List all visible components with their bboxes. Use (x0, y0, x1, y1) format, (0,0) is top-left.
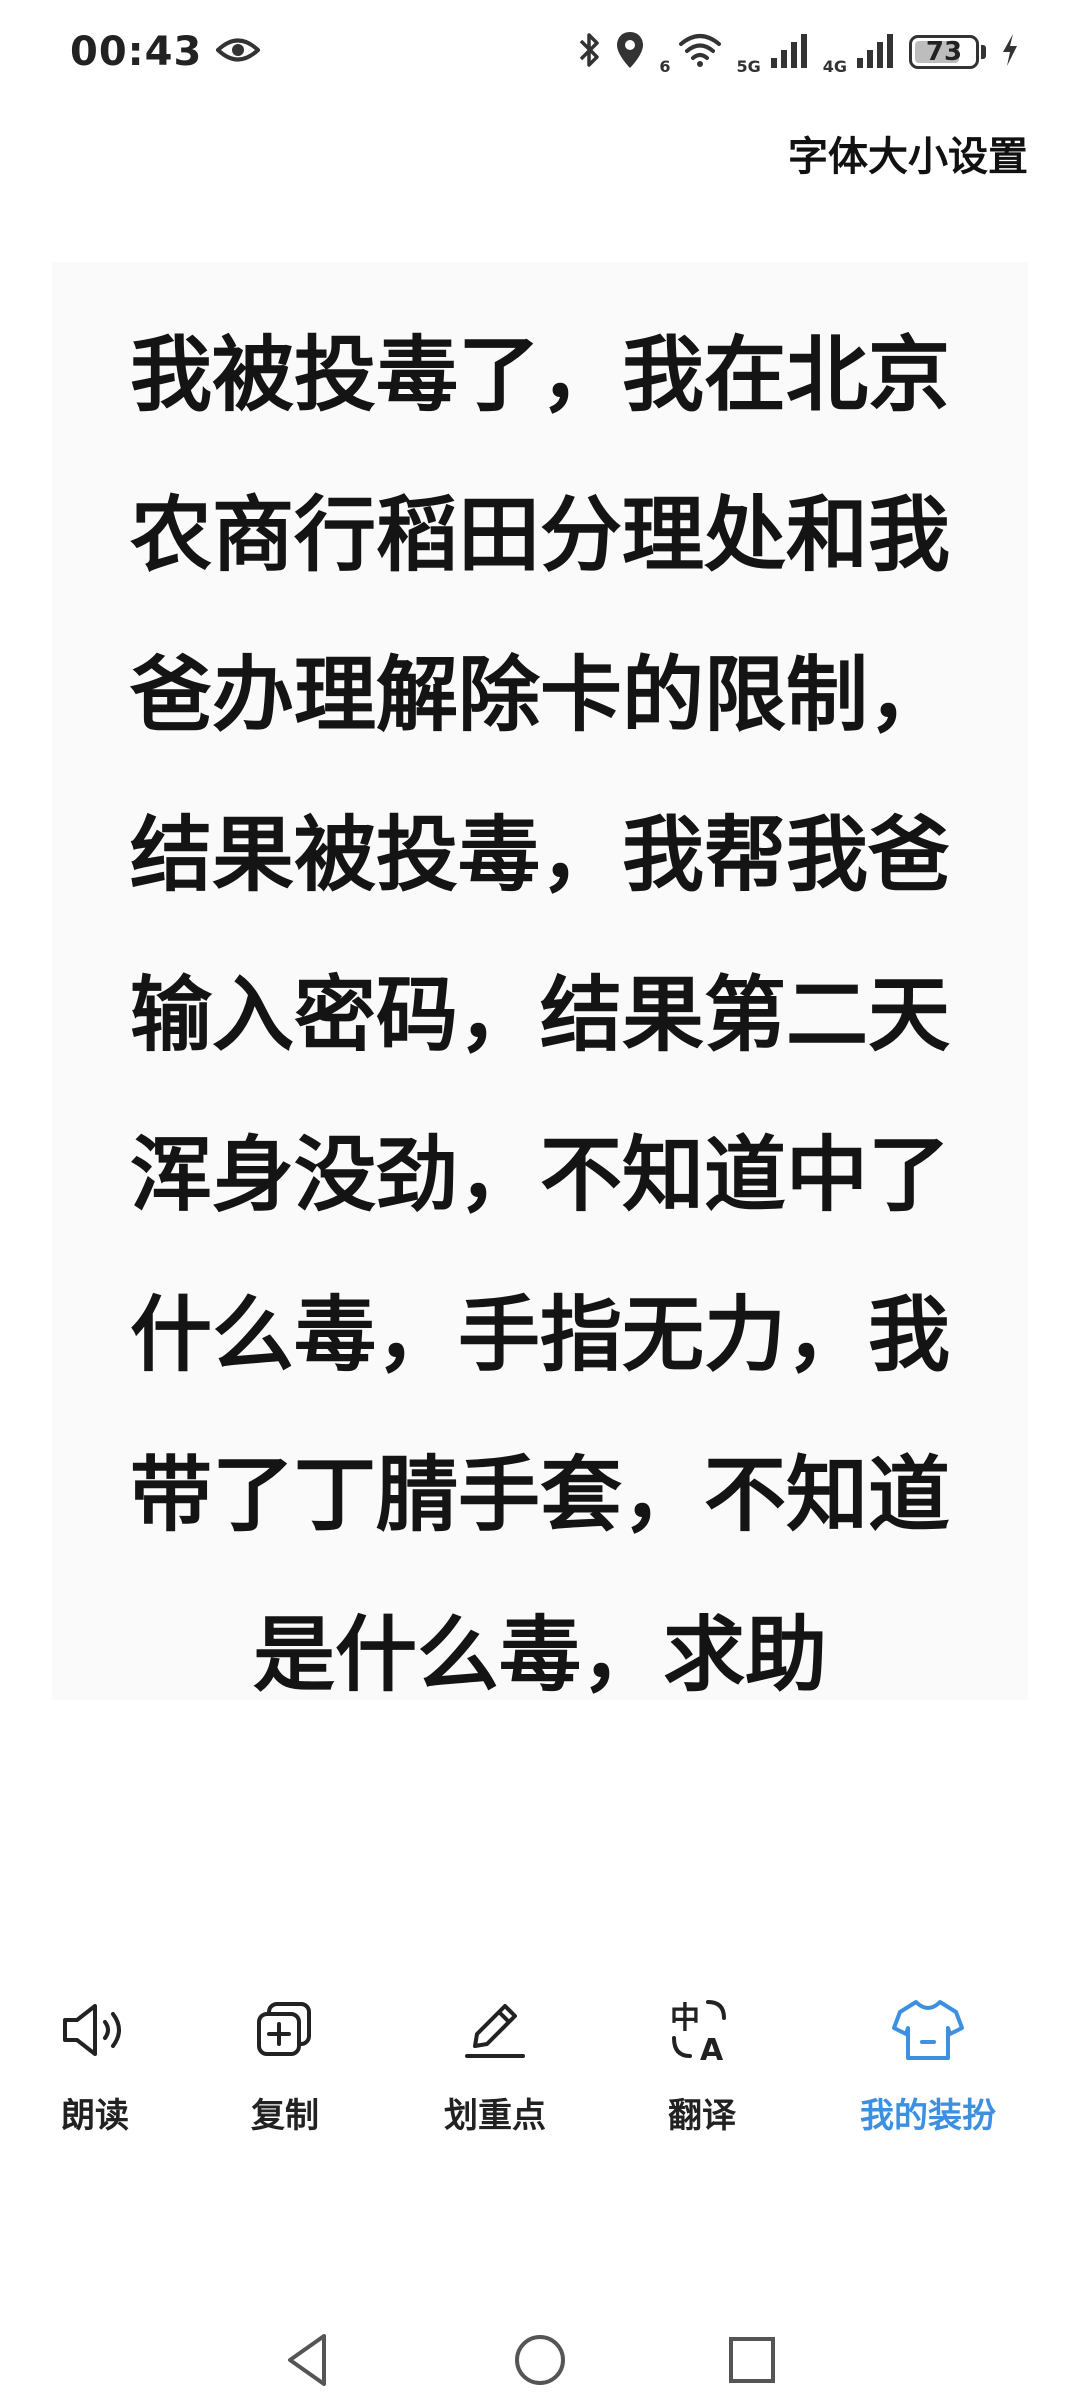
status-time: 00:43 (70, 29, 203, 75)
status-left: 00:43 (70, 29, 262, 75)
my-outfit-label: 我的装扮 (860, 2096, 996, 2136)
my-outfit-button[interactable]: 我的装扮 (828, 1990, 1028, 2170)
recents-button[interactable] (712, 2320, 792, 2400)
status-bar: 00:43 6 5G 4G 73 (0, 0, 1080, 104)
network-4g-label: 4G (822, 56, 847, 76)
signal-icon (769, 32, 809, 72)
location-icon (615, 30, 645, 74)
home-button[interactable] (500, 2320, 580, 2400)
highlight-label: 划重点 (444, 2096, 546, 2136)
bottom-toolbar: 朗读 复制 划重点 中 A 翻译 我的装扮 (0, 1990, 1080, 2170)
recents-icon (712, 2337, 792, 2400)
translate-label: 翻译 (668, 2096, 736, 2136)
translate-button[interactable]: 中 A 翻译 (602, 1990, 802, 2170)
read-aloud-label: 朗读 (61, 2096, 129, 2136)
pencil-icon (455, 1990, 535, 2074)
copy-icon (245, 1990, 325, 2074)
font-size-setting-button[interactable]: 字体大小设置 (788, 124, 1028, 182)
battery-level: 73 (925, 37, 963, 67)
battery-tip (981, 45, 986, 59)
svg-text:A: A (700, 2033, 724, 2068)
translate-icon: 中 A (662, 1990, 742, 2074)
signal-icon (855, 32, 895, 72)
charging-icon (1000, 32, 1020, 72)
back-button[interactable] (270, 2320, 350, 2400)
shirt-icon (888, 1990, 968, 2074)
main-text[interactable]: 我被投毒了，我在北京农商行稻田分理处和我爸办理解除卡的限制，结果被投毒，我帮我爸… (96, 296, 984, 1736)
highlight-button[interactable]: 划重点 (395, 1990, 595, 2170)
speaker-icon (55, 1990, 135, 2074)
text-card: 我被投毒了，我在北京农商行稻田分理处和我爸办理解除卡的限制，结果被投毒，我帮我爸… (52, 262, 1028, 1703)
wifi-icon (678, 32, 722, 72)
battery-icon: 73 (909, 35, 979, 69)
home-icon (500, 2335, 580, 2400)
navigation-bar (0, 2300, 1080, 2400)
eye-icon (215, 35, 262, 69)
network-6-label: 6 (659, 56, 671, 76)
read-aloud-button[interactable]: 朗读 (0, 1990, 195, 2170)
bluetooth-icon (577, 31, 601, 73)
screen: 00:43 6 5G 4G 73 字体大小设置 我被投毒了，我在北京农商行稻田分… (0, 0, 1080, 2400)
network-5g-label: 5G (736, 56, 761, 76)
copy-button[interactable]: 复制 (185, 1990, 385, 2170)
svg-text:中: 中 (670, 2001, 700, 2036)
back-icon (270, 2334, 350, 2400)
status-right: 6 5G 4G 73 (577, 29, 1020, 76)
copy-label: 复制 (251, 2096, 319, 2136)
